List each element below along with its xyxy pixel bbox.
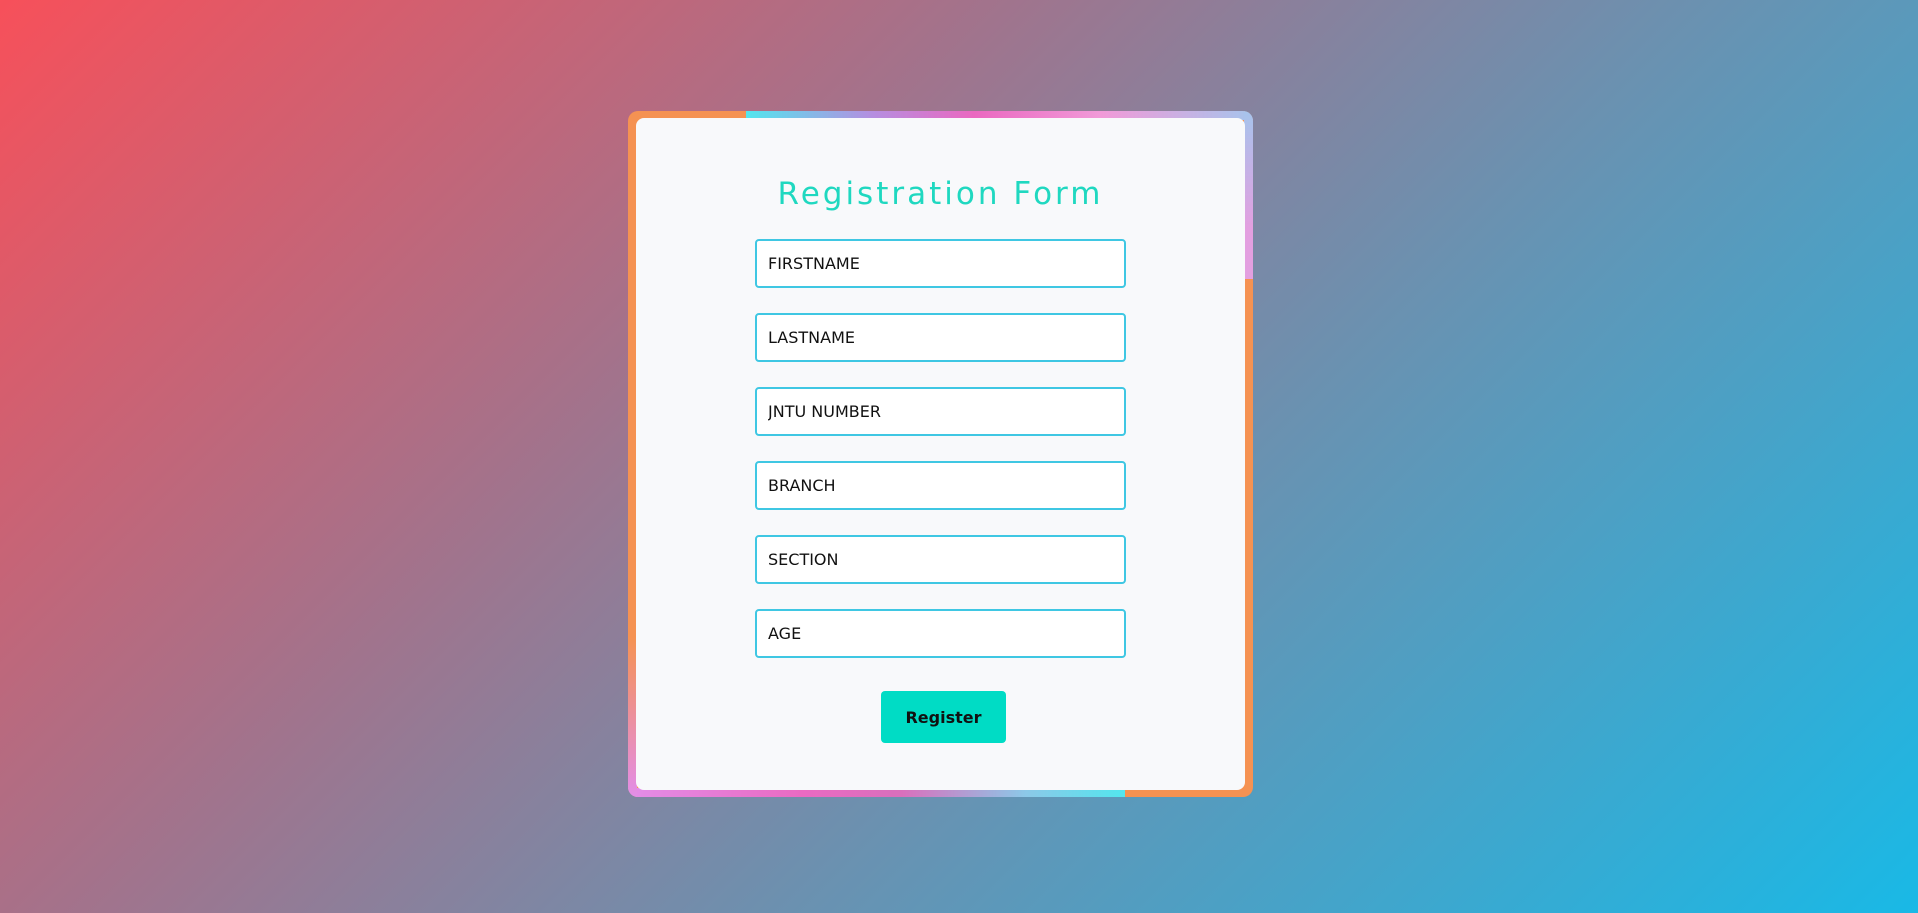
lastname-input[interactable] — [755, 313, 1126, 362]
form-title: Registration Form — [777, 176, 1104, 212]
section-input[interactable] — [755, 535, 1126, 584]
frame-gradient-accent-right — [1244, 111, 1253, 279]
age-input[interactable] — [755, 609, 1126, 658]
register-button[interactable]: Register — [881, 691, 1006, 743]
registration-card-frame: Registration Form Register — [628, 111, 1253, 797]
registration-form: Registration Form Register — [636, 118, 1245, 790]
branch-input[interactable] — [755, 461, 1126, 510]
firstname-input[interactable] — [755, 239, 1126, 288]
jntu-number-input[interactable] — [755, 387, 1126, 436]
